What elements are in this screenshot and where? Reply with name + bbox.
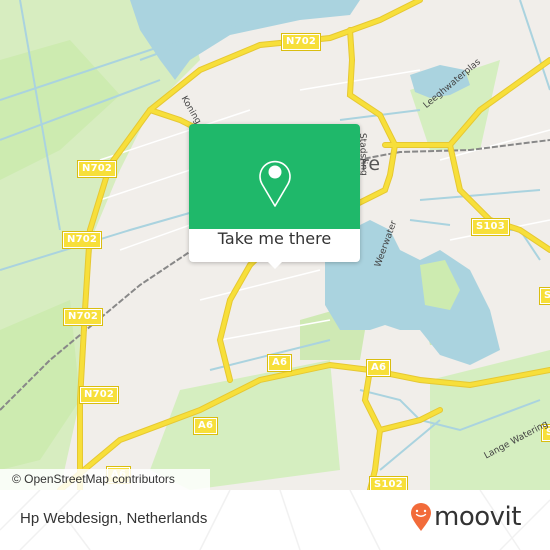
road-shield-a6: A6: [192, 417, 219, 435]
popup-header: [189, 124, 360, 229]
moovit-logo[interactable]: moovit: [410, 502, 521, 532]
road-shield-s102: S102: [369, 476, 408, 490]
road-shield-a6: A6: [266, 354, 293, 372]
take-me-there-button[interactable]: Take me there: [189, 229, 360, 262]
road-shield-n702: N702: [61, 231, 103, 249]
place-name: Hp Webdesign, Netherlands: [20, 510, 208, 527]
city-label: re: [361, 153, 381, 175]
map-pin-icon: [259, 160, 291, 207]
moovit-wordmark: moovit: [434, 502, 521, 532]
road-shield-n702: N702: [76, 160, 118, 178]
road-shield-s: S: [538, 287, 550, 305]
moovit-pin-icon: [411, 503, 431, 531]
map-attribution[interactable]: © OpenStreetMap contributors: [0, 469, 210, 490]
location-popup: Take me there: [189, 124, 360, 269]
map-canvas[interactable]: N702 N702 N702 N702 N702 A6 A6 A6 A6 S10…: [0, 0, 550, 490]
road-shield-n702: N702: [78, 386, 120, 404]
popup-pointer: [267, 261, 283, 269]
road-shield-a6: A6: [365, 359, 392, 377]
road-shield-n702: N702: [280, 33, 322, 51]
footer: Hp Webdesign, Netherlands moovit: [0, 490, 550, 550]
road-shield-n702: N702: [62, 308, 104, 326]
road-shield-s103: S103: [471, 218, 510, 236]
